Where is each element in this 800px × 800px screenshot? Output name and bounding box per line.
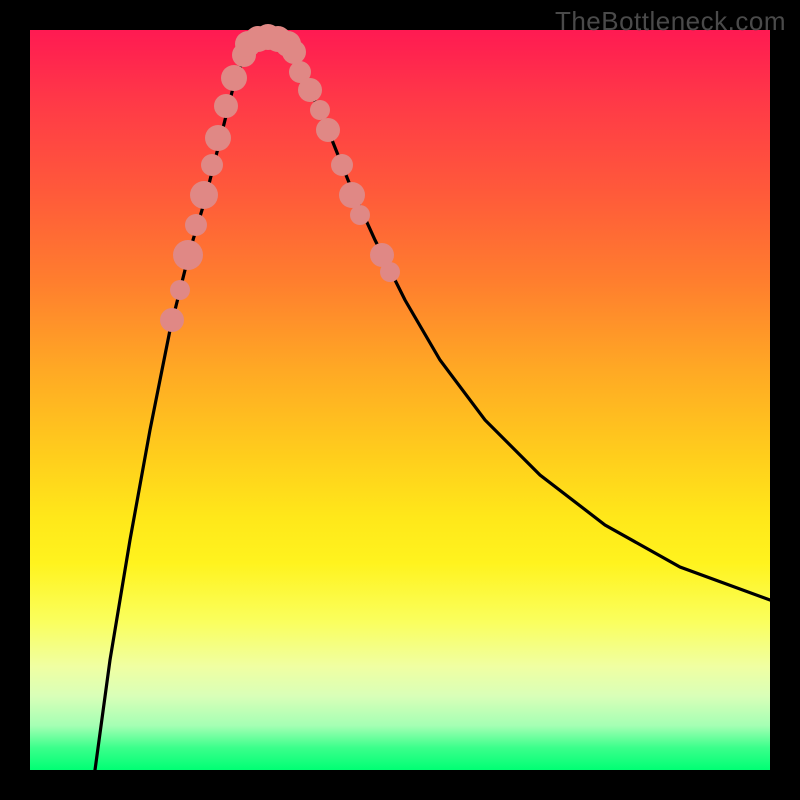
chart-svg	[30, 30, 770, 770]
markers-right-branch	[289, 61, 400, 282]
marker-right-8	[380, 262, 400, 282]
marker-left-7	[214, 94, 238, 118]
marker-left-6	[205, 125, 231, 151]
marker-right-6	[350, 205, 370, 225]
marker-right-5	[339, 182, 365, 208]
watermark-text: TheBottleneck.com	[555, 6, 786, 37]
marker-left-2	[173, 240, 203, 270]
marker-right-1	[298, 78, 322, 102]
marker-left-4	[190, 181, 218, 209]
marker-right-3	[316, 118, 340, 142]
plot-area	[30, 30, 770, 770]
markers-left-branch	[160, 43, 256, 332]
marker-left-3	[185, 214, 207, 236]
chart-frame: TheBottleneck.com	[0, 0, 800, 800]
apex-blob-5	[282, 40, 306, 64]
marker-left-8	[221, 65, 247, 91]
marker-right-4	[331, 154, 353, 176]
bottleneck-curve	[95, 38, 770, 770]
marker-right-2	[310, 100, 330, 120]
marker-left-0	[160, 308, 184, 332]
marker-left-5	[201, 154, 223, 176]
marker-left-1	[170, 280, 190, 300]
